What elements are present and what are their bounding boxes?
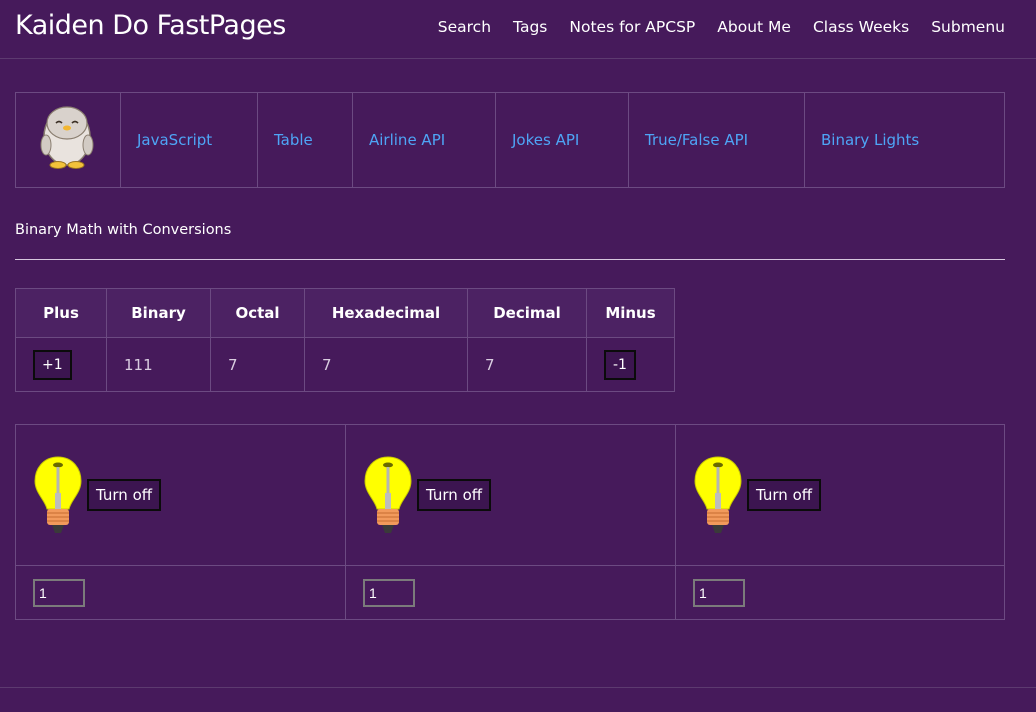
header-minus: Minus bbox=[586, 288, 675, 338]
nav-class-weeks[interactable]: Class Weeks bbox=[813, 18, 909, 36]
nav-search[interactable]: Search bbox=[438, 18, 491, 36]
link-jokes-api[interactable]: Jokes API bbox=[495, 92, 629, 188]
plus-button[interactable]: +1 bbox=[33, 349, 72, 380]
link-airline-api[interactable]: Airline API bbox=[352, 92, 496, 188]
toggle-button[interactable]: Turn off bbox=[747, 479, 822, 511]
hexadecimal-value: 7 bbox=[304, 337, 468, 392]
lightbulb-on-icon bbox=[694, 456, 742, 533]
nav-tags[interactable]: Tags bbox=[513, 18, 547, 36]
logo-cell bbox=[15, 92, 121, 188]
bit-value-input[interactable] bbox=[693, 578, 745, 607]
bit-value-input[interactable] bbox=[33, 578, 85, 607]
bit-cell: Turn off bbox=[345, 424, 676, 566]
conversion-table: Plus Binary Octal Hexadecimal Decimal Mi… bbox=[15, 288, 675, 392]
plus-cell: +1 bbox=[15, 337, 107, 392]
link-true-false-api[interactable]: True/False API bbox=[628, 92, 805, 188]
divider bbox=[15, 259, 1005, 260]
bit-input-cell bbox=[15, 565, 346, 620]
nav-about-me[interactable]: About Me bbox=[717, 18, 791, 36]
header-plus: Plus bbox=[15, 288, 107, 338]
nav-menu: Search Tags Notes for APCSP About Me Cla… bbox=[438, 18, 1005, 36]
toggle-button[interactable]: Turn off bbox=[87, 479, 162, 511]
octal-value: 7 bbox=[210, 337, 305, 392]
binary-lights-table: Turn off Turn off Turn off 1 1 1 bbox=[15, 424, 1005, 620]
header-binary: Binary bbox=[106, 288, 211, 338]
decimal-value: 7 bbox=[467, 337, 587, 392]
header-hexadecimal: Hexadecimal bbox=[304, 288, 468, 338]
bit-input-cell bbox=[675, 565, 1005, 620]
bit-cell: Turn off bbox=[15, 424, 346, 566]
binary-value: 111 bbox=[106, 337, 211, 392]
nav-notes[interactable]: Notes for APCSP bbox=[569, 18, 695, 36]
penguin-icon bbox=[40, 106, 94, 169]
page-subtitle: Binary Math with Conversions bbox=[15, 222, 232, 238]
bit-value-input[interactable] bbox=[363, 578, 415, 607]
bit-input-cell bbox=[345, 565, 676, 620]
link-table[interactable]: Table bbox=[257, 92, 353, 188]
link-binary-lights[interactable]: Binary Lights bbox=[804, 92, 1005, 188]
footer-divider bbox=[0, 687, 1036, 688]
link-javascript[interactable]: JavaScript bbox=[120, 92, 258, 188]
toggle-button[interactable]: Turn off bbox=[417, 479, 492, 511]
bit-cell: Turn off bbox=[675, 424, 1005, 566]
minus-cell: -1 bbox=[586, 337, 675, 392]
site-title[interactable]: Kaiden Do FastPages bbox=[15, 10, 286, 41]
site-header: Kaiden Do FastPages Search Tags Notes fo… bbox=[0, 0, 1036, 59]
header-octal: Octal bbox=[210, 288, 305, 338]
minus-button[interactable]: -1 bbox=[604, 349, 636, 380]
lightbulb-on-icon bbox=[364, 456, 412, 533]
nav-submenu[interactable]: Submenu bbox=[931, 18, 1005, 36]
header-decimal: Decimal bbox=[467, 288, 587, 338]
lightbulb-on-icon bbox=[34, 456, 82, 533]
links-table: JavaScript Table Airline API Jokes API T… bbox=[15, 92, 1005, 188]
